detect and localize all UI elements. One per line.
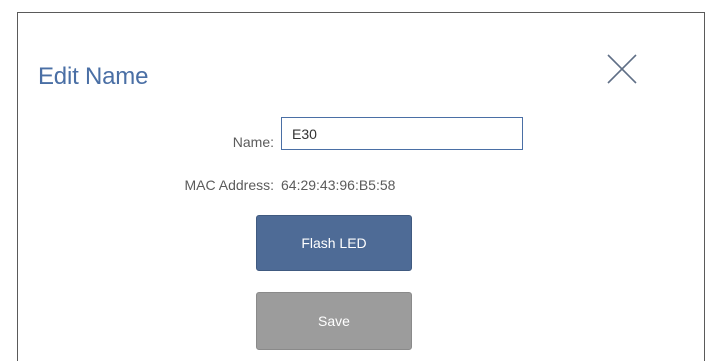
dialog-title: Edit Name <box>38 63 149 90</box>
mac-address-label: MAC Address: <box>184 177 274 193</box>
mac-address-value: 64:29:43:96:B5:58 <box>281 177 396 193</box>
name-label: Name: <box>232 134 274 150</box>
save-button-label: Save <box>318 313 350 329</box>
save-button[interactable]: Save <box>256 292 412 350</box>
name-input[interactable] <box>281 117 523 150</box>
flash-led-button[interactable]: Flash LED <box>256 215 412 271</box>
close-button[interactable] <box>604 51 640 87</box>
flash-led-button-label: Flash LED <box>301 235 367 251</box>
close-icon <box>607 54 637 84</box>
edit-name-dialog: Edit Name Name: MAC Address: 64:29:43:96… <box>17 12 705 361</box>
